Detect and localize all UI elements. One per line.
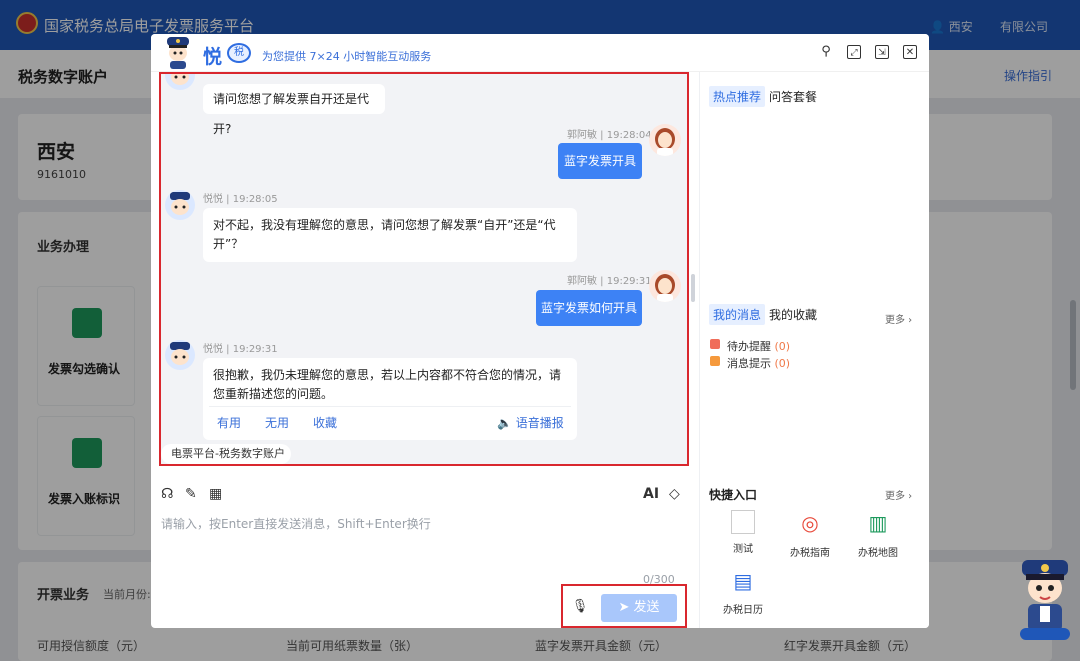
microphone-icon[interactable]: 🎙	[571, 597, 589, 617]
bot-message: 对不起，我没有理解您的意思，请问您想了解发票“自开”还是“代开”？	[203, 208, 577, 262]
tab-my-messages[interactable]: 我的消息	[709, 304, 766, 325]
message-meta: 悦悦 | 19:28:05	[203, 194, 278, 205]
user-avatar-icon	[649, 270, 681, 302]
ai-button[interactable]: AI	[643, 486, 659, 502]
message-notice[interactable]: 消息提示 (0)	[727, 355, 790, 371]
chat-modal: 悦 税 为您提供 7×24 小时智能互动服务 ⚲ ⤢ ⇲ ✕ 请问您想了解发票自…	[151, 34, 929, 628]
todo-reminder[interactable]: 待办提醒 (0)	[727, 338, 790, 354]
quick-label[interactable]: 测试	[713, 540, 773, 555]
quick-label[interactable]: 办税日历	[713, 601, 773, 616]
message-input[interactable]: 请输入，按Enter直接发送消息，Shift+Enter换行	[161, 515, 431, 532]
chat-scrollbar[interactable]	[691, 274, 695, 302]
bot-avatar-icon	[165, 340, 195, 370]
quick-label[interactable]: 办税指南	[780, 544, 840, 559]
quick-entry-title: 快捷入口	[709, 488, 758, 502]
bot-message: 请问您想了解发票自开还是代开?	[203, 84, 385, 136]
useless-button[interactable]: 无用	[265, 414, 289, 433]
brand-name: 悦	[203, 46, 223, 68]
edit-icon[interactable]: ✎	[185, 486, 197, 502]
user-message: 蓝字发票如何开具	[536, 290, 642, 326]
calendar-icon[interactable]: ▦	[209, 486, 222, 502]
more-link[interactable]: 更多 ›	[885, 311, 912, 326]
message-meta: 郭阿敏 | 19:28:04	[567, 130, 652, 141]
source-tag[interactable]: 电票平台-税务数字账户	[161, 444, 291, 464]
divider	[209, 406, 571, 407]
bot-message: 很抱歉，我仍未理解您的意思，若以上内容都不符合您的情况，请您重新描述您的问题。	[213, 368, 562, 401]
calendar-icon[interactable]: ▤	[730, 568, 756, 594]
close-icon[interactable]: ✕	[903, 45, 917, 59]
tax-badge-icon: 税	[227, 43, 251, 63]
user-icon[interactable]: ⚲	[819, 45, 833, 59]
mascot-icon[interactable]	[1016, 556, 1074, 642]
message-meta: 悦悦 | 19:29:31	[203, 344, 278, 355]
todo-icon	[710, 339, 720, 349]
chat-area[interactable]: 请问您想了解发票自开还是代开? 郭阿敏 | 19:28:04 蓝字发票开具 悦悦…	[159, 72, 689, 466]
expand-icon[interactable]: ⤢	[847, 45, 861, 59]
favorite-button[interactable]: 收藏	[313, 414, 337, 433]
voice-play-button[interactable]: 🔈 语音播报	[497, 414, 564, 433]
bot-avatar-icon	[167, 37, 189, 69]
send-button[interactable]: ➤ 发送	[601, 594, 677, 622]
eraser-icon[interactable]: ◇	[669, 486, 680, 502]
speaker-icon: 🔈	[497, 416, 512, 430]
useful-button[interactable]: 有用	[217, 414, 241, 433]
compass-icon[interactable]: ◎	[797, 510, 823, 536]
quick-label[interactable]: 办税地图	[848, 544, 908, 559]
send-icon: ➤	[618, 600, 630, 615]
message-meta: 郭阿敏 | 19:29:31	[567, 276, 652, 287]
export-icon[interactable]: ⇲	[875, 45, 889, 59]
headset-icon[interactable]: ☊	[161, 486, 173, 502]
bot-avatar-icon	[165, 190, 195, 220]
notice-icon	[710, 356, 720, 366]
bot-message-card: 很抱歉，我仍未理解您的意思，若以上内容都不符合您的情况，请您重新描述您的问题。 …	[203, 358, 577, 440]
bot-avatar-icon	[165, 74, 195, 90]
tab-hot[interactable]: 热点推荐	[709, 86, 766, 107]
map-icon[interactable]: ▥	[865, 510, 891, 536]
user-avatar-icon	[649, 124, 681, 156]
user-message: 蓝字发票开具	[558, 143, 642, 179]
brand-tagline: 为您提供 7×24 小时智能互动服务	[262, 50, 432, 63]
tab-qa-package[interactable]: 问答套餐	[769, 88, 817, 105]
tab-my-favorites[interactable]: 我的收藏	[769, 306, 817, 323]
broken-image-icon[interactable]	[731, 510, 755, 534]
more-link[interactable]: 更多 ›	[885, 487, 912, 502]
